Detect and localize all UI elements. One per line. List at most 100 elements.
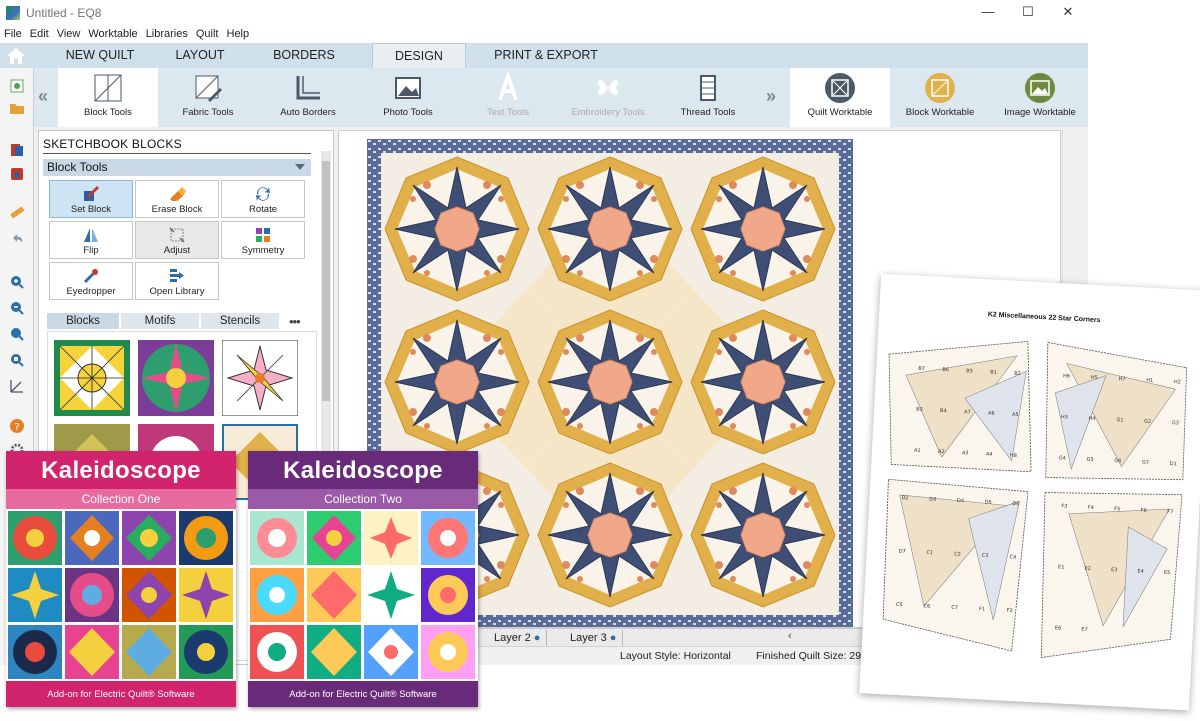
pattern-piece-label: G4 [1059,455,1066,461]
pattern-piece-label: C7 [951,605,958,611]
fabric-tools-button[interactable]: Fabric Tools [158,68,258,127]
block-thumbnail[interactable] [54,340,130,416]
block-tools-section-header[interactable]: Block Tools [43,159,311,176]
menu-edit[interactable]: Edit [26,26,53,43]
menu-quilt[interactable]: Quilt [192,26,223,43]
set-block-button[interactable]: Set Block [49,180,133,218]
scroll-left-arrow-icon[interactable]: ‹ [788,630,792,642]
flip-label: Flip [83,245,99,256]
eyedropper-button[interactable]: Eyedropper [49,262,133,300]
pattern-piece-label: G7 [1142,460,1149,466]
layer-2-tab[interactable]: Layer 2 ● [488,630,548,646]
tab-blocks[interactable]: Blocks [47,313,119,329]
embroidery-tools-button[interactable]: Embroidery Tools [558,68,658,127]
block-thumbnail[interactable] [222,340,298,416]
menu-worktable[interactable]: Worktable [84,26,141,43]
text-tools-button[interactable]: Text Tools [458,68,558,127]
pattern-piece-label: A3 [962,450,969,456]
image-worktable-icon [1025,73,1055,103]
zoom-out-icon[interactable] [9,300,25,316]
tab-layout[interactable]: LAYOUT [150,43,250,68]
quilt-worktable-label: Quilt Worktable [807,107,873,118]
pattern-piece-label: H3 [1061,414,1068,420]
rulers-grid-icon[interactable] [9,378,25,394]
eye-icon[interactable]: ● [610,632,617,644]
image-worktable-button[interactable]: Image Worktable [990,68,1090,127]
pattern-piece-label: D2 [901,495,908,501]
pattern-piece-label: B6 [942,367,949,373]
minimize-button[interactable]: — [968,4,1008,19]
embroidery-butterfly-icon [597,79,619,96]
ribbon-scroll-right-icon[interactable]: » [766,86,776,107]
box-one-blocks [8,511,233,679]
panel-scroll-thumb[interactable] [322,161,330,401]
tab-print-export[interactable]: PRINT & EXPORT [486,43,606,68]
tab-design[interactable]: DESIGN [372,43,466,68]
fit-to-window-icon[interactable] [9,352,25,368]
rotate-button[interactable]: Rotate [221,180,305,218]
collapse-triangle-icon[interactable] [295,164,305,170]
text-tools-icon [498,72,518,101]
flip-icon [84,228,98,242]
quilt-worktable-button[interactable]: Quilt Worktable [790,68,890,127]
kaleidoscope-collection-one-box: Kaleidoscope Collection One Add-on for E… [6,451,236,707]
block-worktable-button[interactable]: Block Worktable [890,68,990,127]
box-one-footer: Add-on for Electric Quilt® Software [47,689,195,700]
design-ribbon: « Block Tools Fabric Tools Auto Borders … [34,68,1088,127]
eyedropper-icon [83,269,98,284]
tab-borders[interactable]: BORDERS [252,43,356,68]
panel-title: SKETCHBOOK BLOCKS [43,137,182,151]
tab-stencils[interactable]: Stencils [201,313,279,329]
pattern-piece-label: A1 [914,448,921,454]
symmetry-button[interactable]: Symmetry [221,221,305,259]
pattern-piece-label: C4 [1009,554,1016,560]
flip-button[interactable]: Flip [49,221,133,259]
more-options-icon[interactable]: ••• [289,314,301,329]
library-icon[interactable] [9,142,25,158]
finished-size-status: Finished Quilt Size: 29 [756,650,862,662]
box-two-block-grid [248,509,478,681]
thread-spool-icon [700,75,716,101]
ruler-icon[interactable] [9,204,25,220]
adjust-button[interactable]: Adjust [135,221,219,259]
tab-motifs[interactable]: Motifs [121,313,199,329]
printout-pattern-pieces: B7 B6 B5 B1 B2 B3 B4 A7 A6 A5 A1 A2 A3 A4 H8 H6 H5 H7 H1 H2… [882,340,1188,659]
pattern-piece-label: B3 [916,407,923,413]
sketchbook-icon[interactable] [9,166,25,182]
zoom-refresh-icon[interactable] [9,326,25,342]
tab-new-quilt[interactable]: NEW QUILT [50,43,150,68]
auto-borders-button[interactable]: Auto Borders [258,68,358,127]
pattern-piece-label: E5 [1164,570,1171,576]
home-icon[interactable] [6,47,26,65]
close-button[interactable]: ✕ [1048,4,1088,20]
ribbon-scroll-left-icon[interactable]: « [38,86,48,107]
thread-tools-button[interactable]: Thread Tools [658,68,758,127]
menu-view[interactable]: View [53,26,85,43]
maximize-button[interactable]: ☐ [1008,4,1048,20]
menu-libraries[interactable]: Libraries [142,26,192,43]
fabric-tools-icon [195,75,222,102]
pattern-piece-label: B4 [940,408,947,414]
new-sketch-icon[interactable] [9,78,25,94]
pattern-piece-label: B2 [1014,371,1021,377]
svg-text:?: ? [14,422,19,433]
photo-tools-button[interactable]: Photo Tools [358,68,458,127]
menu-help[interactable]: Help [223,26,254,43]
layer-3-tab[interactable]: Layer 3 ● [564,630,624,646]
zoom-in-icon[interactable] [9,274,25,290]
text-tools-label: Text Tools [486,107,530,118]
undo-icon[interactable] [9,230,25,246]
menu-file[interactable]: File [0,26,26,43]
help-icon[interactable]: ? [9,418,25,434]
pattern-piece-label: F6 [1141,508,1147,514]
open-folder-icon[interactable] [9,100,25,116]
eye-icon[interactable]: ● [534,632,541,644]
open-library-icon [170,269,184,282]
open-library-button[interactable]: Open Library [135,262,219,300]
erase-block-button[interactable]: Erase Block [135,180,219,218]
block-tools-button[interactable]: Block Tools [58,68,158,127]
auto-borders-label: Auto Borders [280,107,336,118]
pattern-piece-label: H1 [1146,378,1153,384]
pattern-piece-label: E4 [1137,568,1144,574]
block-thumbnail[interactable] [138,340,214,416]
